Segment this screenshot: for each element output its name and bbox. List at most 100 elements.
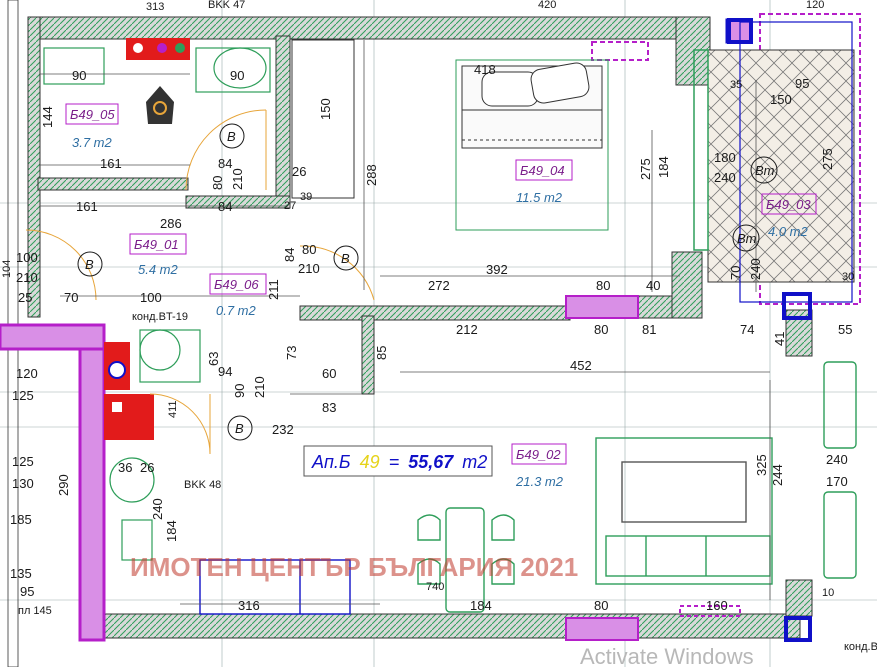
door-height: 210 (298, 261, 320, 276)
dim-text: 740 (426, 581, 444, 593)
dim-text: 150 (770, 92, 792, 107)
dim-text: 39 (300, 191, 312, 203)
dim-text: 120 (806, 0, 824, 11)
dim-note: BKK 48 (184, 479, 221, 491)
dim-text: 85 (374, 346, 389, 360)
door-width: 70 (728, 266, 743, 280)
dim-text: 418 (474, 62, 496, 77)
dim-text: 41 (772, 332, 787, 346)
room-id-b49-06: Б49_06 (214, 277, 259, 292)
dim-text: 120 (16, 366, 38, 381)
room-area-b49-04: 11.5 m2 (516, 190, 563, 205)
watermark: ИМОТЕН ЦЕНТЪР БЪЛГАРИЯ 2021 (130, 552, 578, 582)
dim-text: 184 (164, 520, 179, 542)
room-area-b49-03: 4.0 m2 (768, 224, 809, 239)
dim-text: 125 (12, 388, 34, 403)
dim-text: 325 (754, 454, 769, 476)
door-label: Bт (737, 231, 757, 246)
dim-text: 95 (20, 584, 34, 599)
summary-number: 49 (360, 452, 380, 472)
door-width: 90 (232, 384, 247, 398)
dim-text: 420 (538, 0, 556, 11)
dim-text: 232 (272, 422, 294, 437)
dim-text: 240 (826, 452, 848, 467)
dim-note: конд.ВТ (844, 641, 877, 653)
dim-text: 10 (822, 587, 834, 599)
dim-text: 452 (570, 358, 592, 373)
dim-text: 212 (456, 322, 478, 337)
door-width: 100 (16, 250, 38, 265)
dim-text: 90 (72, 68, 86, 83)
dim-text: 80 (594, 322, 608, 337)
summary-prefix: Ап.Б (311, 452, 351, 472)
dim-text: 80 (594, 598, 608, 613)
dim-text: 392 (486, 262, 508, 277)
room-area-b49-05: 3.7 m2 (72, 135, 113, 150)
dim-text: 81 (642, 322, 656, 337)
door-label: B (227, 129, 236, 144)
dim-text: 55 (838, 322, 852, 337)
dim-text: 27 (284, 200, 296, 212)
dim-text: 104 (1, 260, 13, 278)
dim-text: 160 (706, 598, 728, 613)
dim-text: 211 (266, 279, 281, 300)
dim-text: 290 (56, 474, 71, 496)
dim-text: 130 (12, 476, 34, 491)
room-id-b49-01: Б49_01 (134, 237, 179, 252)
dim-text: 74 (740, 322, 754, 337)
door-height: 240 (714, 170, 736, 185)
dim-note: пл 145 (18, 605, 52, 617)
dim-text: 125 (12, 454, 34, 469)
dim-text: 135 (10, 566, 32, 581)
door-height: 240 (748, 258, 763, 280)
door-width: 80 (302, 242, 316, 257)
summary-unit: m2 (462, 452, 487, 472)
dim-text: 35 (730, 79, 742, 91)
dim-text: 275 (820, 148, 835, 170)
dim-text: 25 (18, 290, 32, 305)
dim-text: 40 (646, 278, 660, 293)
dim-text: 184 (656, 156, 671, 178)
door-label: Bт (755, 163, 775, 178)
dim-text: 184 (470, 598, 492, 613)
dim-text: 313 (146, 1, 164, 13)
dim-text: 94 (218, 364, 232, 379)
door-height: 210 (252, 376, 267, 398)
dim-text: 83 (322, 400, 336, 415)
dim-text: BKK 47 (208, 0, 245, 11)
door-height: 210 (16, 270, 38, 285)
dim-text: 411 (167, 400, 179, 418)
room-id-b49-02: Б49_02 (516, 447, 561, 462)
room-area-b49-02: 21.3 m2 (515, 474, 564, 489)
dim-text: 185 (10, 512, 32, 527)
logo (146, 86, 174, 124)
dim-text: 288 (364, 164, 379, 186)
dim-text: 84 (218, 199, 232, 214)
room-id-b49-03: Б49_03 (766, 197, 811, 212)
door-label: B (85, 257, 94, 272)
room-id-b49-04: Б49_04 (520, 163, 565, 178)
summary-eq: = (389, 452, 400, 472)
dim-text: 150 (318, 98, 333, 120)
dim-text: 73 (284, 346, 299, 360)
door-width: 80 (210, 176, 225, 190)
dim-text: 316 (238, 598, 260, 613)
dim-text: 161 (76, 199, 98, 214)
dim-text: 286 (160, 216, 182, 231)
room-labels: Б49_05 3.7 m2 Б49_04 11.5 m2 Б49_03 4.0 … (65, 103, 817, 489)
door-height: 210 (230, 168, 245, 190)
os-watermark: Activate Windows (580, 644, 754, 667)
dim-text: 26 (140, 460, 154, 475)
dim-text: 170 (826, 474, 848, 489)
summary-value: 55,67 (408, 452, 454, 472)
dim-text: 240 (150, 498, 165, 520)
dim-text: 84 (282, 248, 297, 262)
dim-text: 244 (770, 464, 785, 486)
door-width: 180 (714, 150, 736, 165)
dim-text: 161 (100, 156, 122, 171)
dim-text: 90 (230, 68, 244, 83)
dim-text: 36 (118, 460, 132, 475)
dim-text: 272 (428, 278, 450, 293)
floor-plan: Б49_05 3.7 m2 Б49_04 11.5 m2 Б49_03 4.0 … (0, 0, 877, 667)
dim-text: 26 (292, 164, 306, 179)
